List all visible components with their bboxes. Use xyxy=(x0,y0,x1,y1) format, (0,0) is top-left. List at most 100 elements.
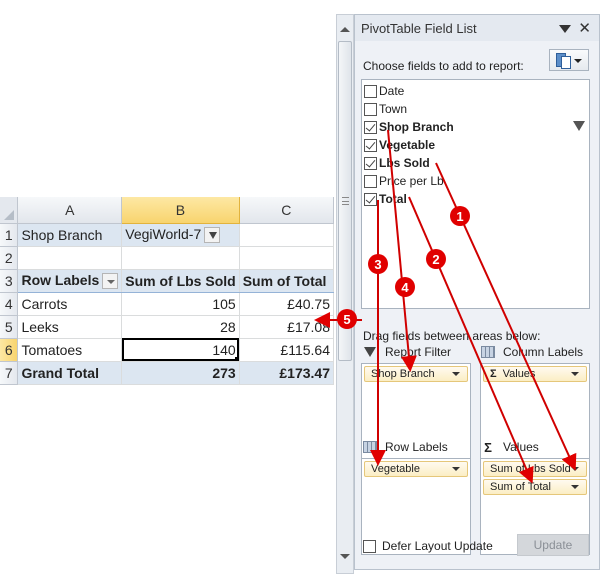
report-filter-header: Report Filter xyxy=(363,345,451,359)
pane-title: PivotTable Field List xyxy=(361,21,477,36)
checkbox-checked[interactable] xyxy=(364,192,377,206)
chip-label: Shop Branch xyxy=(371,368,435,380)
column-header-b[interactable]: B xyxy=(121,197,240,224)
vertical-scrollbar[interactable] xyxy=(336,14,354,574)
defer-layout-update[interactable]: Defer Layout Update xyxy=(363,539,493,553)
row-header[interactable]: 3 xyxy=(0,269,19,293)
values-header: Σ Values xyxy=(481,439,539,455)
filter-icon[interactable] xyxy=(573,121,585,131)
cell-a4[interactable]: Carrots xyxy=(17,292,123,316)
checkbox-checked[interactable] xyxy=(364,138,377,152)
field-label: Total xyxy=(379,192,407,206)
cell-b6-selected[interactable]: 140 xyxy=(121,338,240,362)
checkbox-checked[interactable] xyxy=(364,120,377,134)
cell-a7[interactable]: Grand Total xyxy=(17,360,123,385)
cell-a2[interactable] xyxy=(17,246,123,270)
field-vegetable[interactable]: Vegetable xyxy=(362,136,589,154)
scroll-thumb[interactable] xyxy=(338,41,352,361)
field-label: Lbs Sold xyxy=(379,156,430,170)
cell-c7[interactable]: £173.47 xyxy=(239,360,335,385)
field-shop-branch[interactable]: Shop Branch xyxy=(362,118,589,136)
field-date[interactable]: Date xyxy=(362,82,589,100)
field-label: Price per Lb xyxy=(379,174,444,188)
row-grid-icon xyxy=(363,441,377,453)
defer-checkbox[interactable] xyxy=(363,539,376,553)
checkbox[interactable] xyxy=(364,84,377,98)
drag-fields-label: Drag fields between areas below: xyxy=(363,329,541,343)
chip-label: Vegetable xyxy=(371,463,420,475)
update-button[interactable]: Update xyxy=(517,534,589,556)
field-label: Shop Branch xyxy=(379,120,454,134)
vegetable-chip[interactable]: Vegetable xyxy=(364,461,468,477)
checkbox[interactable] xyxy=(364,174,377,188)
scroll-up-icon[interactable] xyxy=(340,27,350,32)
cell-a3[interactable]: Row Labels xyxy=(17,269,123,293)
pane-title-bar: PivotTable Field List ✕ xyxy=(355,15,599,41)
report-filter-value: VegiWorld-7 xyxy=(125,225,202,242)
cell-b1[interactable]: VegiWorld-7 xyxy=(121,223,240,247)
shop-branch-chip[interactable]: Shop Branch xyxy=(364,366,468,382)
row-header[interactable]: 2 xyxy=(0,246,19,270)
field-layout-icon xyxy=(556,53,571,69)
checkbox-checked[interactable] xyxy=(364,156,377,170)
cell-c6[interactable]: £115.64 xyxy=(239,338,335,362)
chevron-down-icon[interactable] xyxy=(452,467,460,471)
column-grid-icon xyxy=(481,346,495,358)
sum-lbs-sold-chip[interactable]: Sum of Lbs Sold xyxy=(483,461,587,477)
layout-button[interactable] xyxy=(549,49,589,71)
pane-menu-icon[interactable] xyxy=(559,25,571,33)
area-label: Column Labels xyxy=(503,345,584,359)
row-header[interactable]: 1 xyxy=(0,223,19,247)
cell-b3[interactable]: Sum of Lbs Sold xyxy=(121,269,240,293)
scroll-down-icon[interactable] xyxy=(340,554,350,559)
filter-dropdown-icon[interactable] xyxy=(204,227,221,244)
cell-b5[interactable]: 28 xyxy=(121,315,240,339)
choose-fields-label: Choose fields to add to report: xyxy=(363,59,524,73)
row-header[interactable]: 5 xyxy=(0,315,19,339)
field-town[interactable]: Town xyxy=(362,100,589,118)
field-price-per-lb[interactable]: Price per Lb xyxy=(362,172,589,190)
column-labels-header: Column Labels xyxy=(481,345,583,359)
filter-icon xyxy=(364,347,376,357)
cell-b4[interactable]: 105 xyxy=(121,292,240,316)
column-header-a[interactable]: A xyxy=(17,197,123,224)
field-label: Town xyxy=(379,102,408,116)
area-label: Values xyxy=(503,440,539,454)
cell-a5[interactable]: Leeks xyxy=(17,315,123,339)
sigma-icon: Σ xyxy=(490,368,497,380)
cell-c2[interactable] xyxy=(239,246,335,270)
sigma-icon: Σ xyxy=(484,439,492,455)
row-labels-header: Row Labels xyxy=(21,271,100,288)
chevron-down-icon[interactable] xyxy=(571,372,579,376)
chip-label: Sum of Total xyxy=(490,481,551,493)
field-label: Vegetable xyxy=(379,138,436,152)
sum-total-chip[interactable]: Sum of Total xyxy=(483,479,587,495)
column-header-c[interactable]: C xyxy=(239,197,335,224)
field-lbs-sold[interactable]: Lbs Sold xyxy=(362,154,589,172)
worksheet: A B C 1 Shop Branch VegiWorld-7 2 3 Row … xyxy=(0,197,335,395)
field-total[interactable]: Total xyxy=(362,190,589,208)
cell-c3[interactable]: Sum of Total xyxy=(239,269,335,293)
checkbox[interactable] xyxy=(364,102,377,116)
field-label: Date xyxy=(379,84,405,98)
defer-label: Defer Layout Update xyxy=(382,539,493,553)
row-labels-dropdown-icon[interactable] xyxy=(102,273,119,290)
cell-b2[interactable] xyxy=(121,246,240,270)
chevron-down-icon[interactable] xyxy=(571,467,579,471)
cell-b7[interactable]: 273 xyxy=(121,360,240,385)
row-header[interactable]: 4 xyxy=(0,292,19,316)
chevron-down-icon[interactable] xyxy=(452,372,460,376)
chevron-down-icon[interactable] xyxy=(571,485,579,489)
cell-c1[interactable] xyxy=(239,223,335,247)
area-label: Report Filter xyxy=(385,345,452,359)
row-header[interactable]: 6 xyxy=(0,338,19,362)
cell-a6[interactable]: Tomatoes xyxy=(17,338,123,362)
cell-a1[interactable]: Shop Branch xyxy=(17,223,123,247)
chip-label: Sum of Lbs Sold xyxy=(490,463,571,475)
select-all-corner[interactable] xyxy=(0,197,19,224)
close-icon[interactable]: ✕ xyxy=(578,19,591,37)
cell-c4[interactable]: £40.75 xyxy=(239,292,335,316)
cell-c5[interactable]: £17.08 xyxy=(239,315,335,339)
values-chip[interactable]: Σ Values xyxy=(483,366,587,382)
row-header[interactable]: 7 xyxy=(0,361,19,385)
